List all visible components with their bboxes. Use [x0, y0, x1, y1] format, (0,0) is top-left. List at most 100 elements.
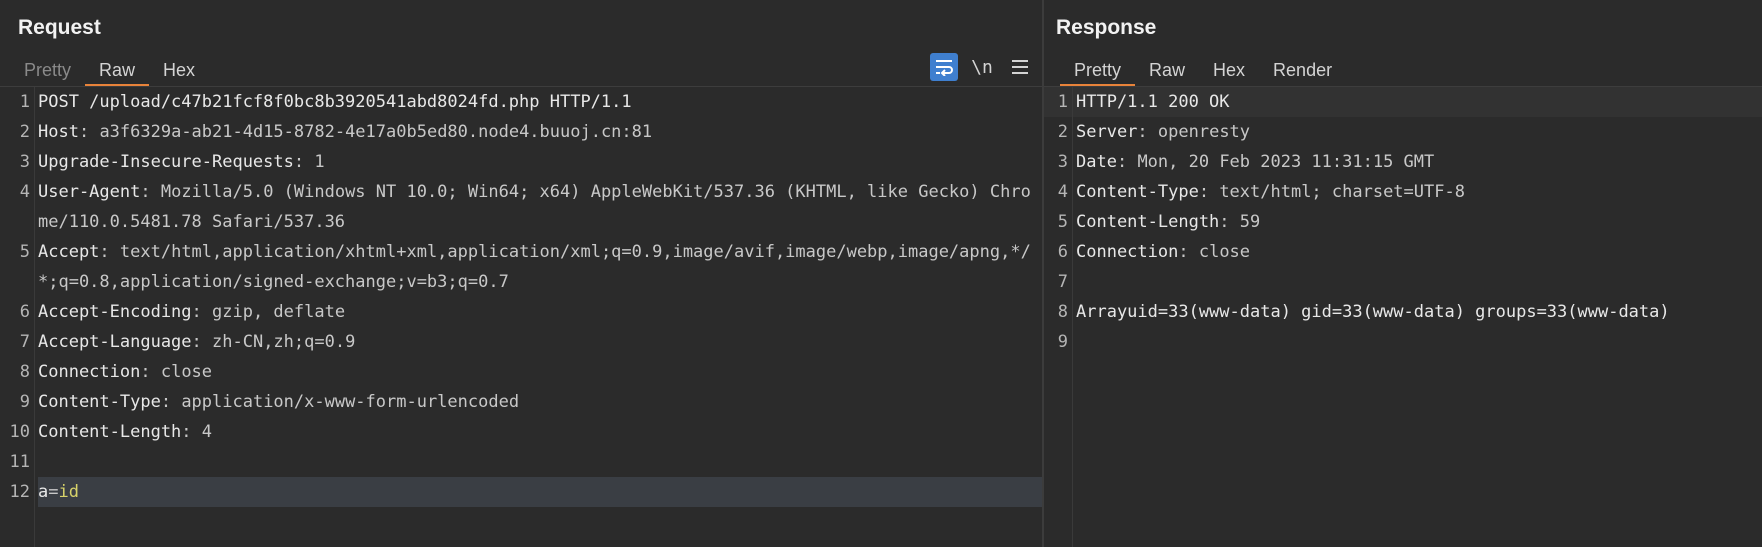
response-line-number: 9	[1057, 332, 1068, 352]
response-editor[interactable]: 1 HTTP/1.1 200 OK 2 Server: openresty 3 Date:…	[1044, 87, 1762, 547]
request-line-key: Connection	[38, 362, 141, 382]
request-line-key: Accept	[38, 242, 100, 262]
request-line-key: Accept-Language	[38, 332, 192, 352]
response-line-number: 8	[1057, 302, 1068, 322]
request-line-value: close	[160, 362, 213, 382]
request-line-content: Accept-Language: zh-CN,zh;q=0.9	[38, 327, 1042, 357]
tab-response-hex[interactable]: Hex	[1199, 54, 1259, 86]
request-line[interactable]: 3 Upgrade-Insecure-Requests: 1	[0, 147, 1042, 177]
response-line[interactable]: 1 HTTP/1.1 200 OK	[1044, 87, 1762, 117]
response-line-key: Arrayuid=33(www-data) gid=33(www-data) g…	[1076, 302, 1670, 322]
tab-response-render[interactable]: Render	[1259, 54, 1346, 86]
request-line[interactable]: 10 Content-Length: 4	[0, 417, 1042, 447]
response-line-number: 3	[1057, 152, 1068, 172]
request-line-key: POST /upload/c47b21fcf8f0bc8b3920541abd8…	[38, 92, 632, 112]
request-line[interactable]: 6 Accept-Encoding: gzip, deflate	[0, 297, 1042, 327]
response-line-number: 6	[1057, 242, 1068, 262]
response-line[interactable]: 9	[1044, 327, 1762, 357]
request-line[interactable]: 9 Content-Type: application/x-www-form-ur…	[0, 387, 1042, 417]
response-line-separator: :	[1137, 122, 1158, 142]
response-line-content: Date: Mon, 20 Feb 2023 11:31:15 GMT	[1076, 147, 1762, 177]
wrap-lines-icon[interactable]	[930, 53, 958, 81]
request-line-content	[38, 447, 1042, 477]
response-line[interactable]: 6 Connection: close	[1044, 237, 1762, 267]
response-line[interactable]: 4 Content-Type: text/html; charset=UTF-8	[1044, 177, 1762, 207]
request-line-key: Content-Type	[38, 392, 161, 412]
request-line-separator: :	[78, 122, 100, 142]
tab-request-pretty[interactable]: Pretty	[10, 54, 85, 86]
response-line-content: Arrayuid=33(www-data) gid=33(www-data) g…	[1076, 297, 1762, 327]
request-line[interactable]: 4 User-Agent: Mozilla/5.0 (Windows NT 10.…	[0, 177, 1042, 237]
request-line-separator: :	[99, 242, 120, 262]
response-line[interactable]: 7	[1044, 267, 1762, 297]
request-line-content: a=id	[38, 477, 1042, 507]
tab-request-hex[interactable]: Hex	[149, 54, 209, 86]
request-line-number: 2	[19, 122, 30, 142]
response-line-content	[1076, 267, 1762, 297]
response-line-value: text/html; charset=UTF-8	[1219, 182, 1465, 202]
request-line-separator: :	[181, 422, 202, 442]
request-line-content: Accept: text/html,application/xhtml+xml,…	[38, 237, 1042, 297]
show-newlines-button[interactable]: \n	[968, 53, 996, 81]
response-line-number: 4	[1057, 182, 1068, 202]
request-editor[interactable]: 1 POST /upload/c47b21fcf8f0bc8b3920541abd…	[0, 87, 1042, 547]
http-message-viewer: Request Pretty Raw Hex \n 1 POST /upload…	[0, 0, 1762, 547]
request-line-key: Upgrade-Insecure-Requests	[38, 152, 294, 172]
request-line-content: Content-Length: 4	[38, 417, 1042, 447]
request-line-key: Host	[38, 122, 79, 142]
request-line[interactable]: 8 Connection: close	[0, 357, 1042, 387]
request-line-value: a3f6329a-ab21-4d15-8782-4e17a0b5ed80.nod…	[99, 122, 653, 142]
request-line[interactable]: 12 a=id	[0, 477, 1042, 507]
request-line-value: 1	[314, 152, 325, 172]
tab-response-pretty[interactable]: Pretty	[1060, 54, 1136, 86]
response-line-content: Server: openresty	[1076, 117, 1762, 147]
response-line[interactable]: 8 Arrayuid=33(www-data) gid=33(www-data) …	[1044, 297, 1762, 327]
response-line-number: 5	[1057, 212, 1068, 232]
request-line-separator: =	[48, 482, 59, 502]
request-line-key: Content-Length	[38, 422, 182, 442]
response-line-content	[1076, 327, 1762, 357]
request-line-number: 5	[19, 242, 30, 262]
request-line-number: 1	[19, 92, 30, 112]
request-line-content: Host: a3f6329a-ab21-4d15-8782-4e17a0b5ed…	[38, 117, 1042, 147]
response-line[interactable]: 2 Server: openresty	[1044, 117, 1762, 147]
request-line-key: a	[38, 482, 49, 502]
response-line[interactable]: 3 Date: Mon, 20 Feb 2023 11:31:15 GMT	[1044, 147, 1762, 177]
request-line-separator: :	[140, 182, 161, 202]
response-tabs: Pretty Raw Hex Render	[1060, 54, 1346, 86]
request-line[interactable]: 11	[0, 447, 1042, 477]
response-line-key: Content-Type	[1076, 182, 1199, 202]
response-title: Response	[1056, 16, 1157, 39]
request-line-separator: :	[293, 152, 315, 172]
response-line-number: 7	[1057, 272, 1068, 292]
request-line[interactable]: 1 POST /upload/c47b21fcf8f0bc8b3920541abd…	[0, 87, 1042, 117]
hamburger-menu-icon[interactable]	[1006, 53, 1034, 81]
request-line[interactable]: 7 Accept-Language: zh-CN,zh;q=0.9	[0, 327, 1042, 357]
response-line-number: 1	[1057, 92, 1068, 112]
request-line[interactable]: 2 Host: a3f6329a-ab21-4d15-8782-4e17a0b5e…	[0, 117, 1042, 147]
response-line-content: HTTP/1.1 200 OK	[1076, 87, 1762, 117]
tab-response-raw[interactable]: Raw	[1135, 54, 1199, 86]
tab-request-raw[interactable]: Raw	[85, 54, 150, 86]
request-line-content: Accept-Encoding: gzip, deflate	[38, 297, 1042, 327]
request-line-value: gzip, deflate	[212, 302, 346, 322]
response-line-key: Content-Length	[1076, 212, 1220, 232]
response-line[interactable]: 5 Content-Length: 59	[1044, 207, 1762, 237]
request-line-value: zh-CN,zh;q=0.9	[212, 332, 356, 352]
request-line-number: 11	[9, 452, 30, 472]
request-line-content: Upgrade-Insecure-Requests: 1	[38, 147, 1042, 177]
request-line-content: User-Agent: Mozilla/5.0 (Windows NT 10.0…	[38, 177, 1042, 237]
request-line[interactable]: 5 Accept: text/html,application/xhtml+xml…	[0, 237, 1042, 297]
response-line-content: Content-Type: text/html; charset=UTF-8	[1076, 177, 1762, 207]
request-line-key: Accept-Encoding	[38, 302, 192, 322]
request-line-number: 3	[19, 152, 30, 172]
request-line-number: 12	[9, 482, 30, 502]
response-line-key: Server	[1076, 122, 1138, 142]
request-line-value: 4	[201, 422, 213, 442]
response-line-key: HTTP/1.1 200 OK	[1076, 92, 1230, 112]
response-line-value: openresty	[1157, 122, 1251, 142]
request-line-number: 6	[19, 302, 30, 322]
request-line-content: POST /upload/c47b21fcf8f0bc8b3920541abd8…	[38, 87, 1042, 117]
request-line-number: 4	[19, 182, 30, 202]
response-line-key: Date	[1076, 152, 1117, 172]
